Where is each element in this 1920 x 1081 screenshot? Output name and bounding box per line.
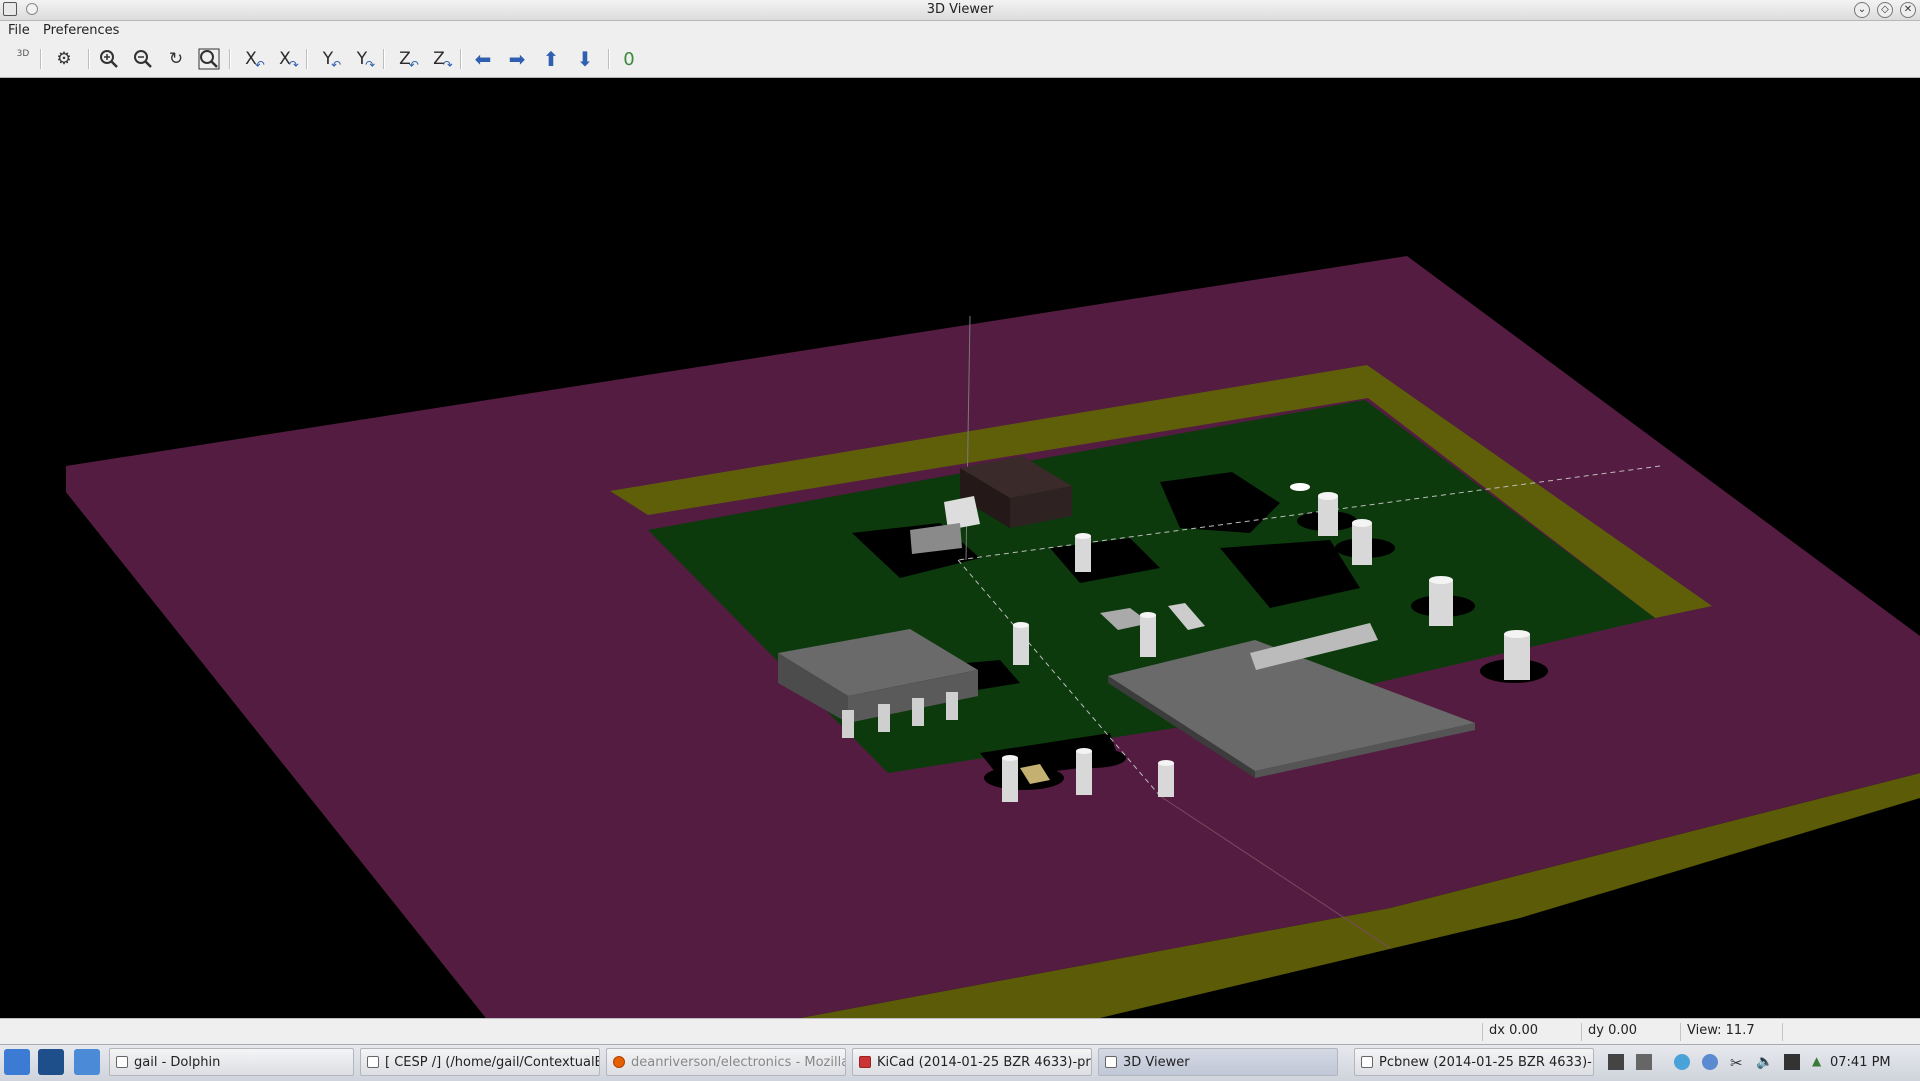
task-dolphin[interactable]: gail - Dolphin: [109, 1048, 354, 1076]
minimize-icon[interactable]: ⌄: [1854, 2, 1870, 18]
cylinder-capacitor: [1318, 492, 1338, 536]
start-menu-icon[interactable]: [4, 1049, 30, 1075]
scissors-icon[interactable]: ✂: [1730, 1054, 1746, 1072]
move-up-icon[interactable]: ⬆: [539, 47, 563, 71]
cylinder-capacitor: [1013, 622, 1029, 665]
firefox-icon: [613, 1056, 625, 1068]
rotate-x-cw-icon[interactable]: X ↷: [273, 47, 299, 72]
toolbar-separator: [40, 49, 42, 69]
pcb-3d-render: [66, 256, 1920, 1018]
regulator-pin: [912, 698, 924, 726]
editor-icon: [367, 1056, 379, 1068]
task-3d-viewer[interactable]: 3D Viewer: [1098, 1048, 1338, 1076]
move-left-icon[interactable]: ⬅: [471, 47, 495, 71]
zoom-in-icon[interactable]: [97, 47, 121, 71]
toolbar-separator: [229, 49, 231, 69]
task-label: gail - Dolphin: [134, 1055, 221, 1070]
taskbar: gail - Dolphin [ CESP /] (/home/gail/Con…: [0, 1044, 1920, 1081]
status-empty: [1782, 1023, 1909, 1041]
redraw-icon[interactable]: ↻: [164, 47, 188, 71]
cylinder-capacitor: [1076, 748, 1092, 795]
status-bar: dx 0.00 dy 0.00 View: 11.7: [0, 1018, 1920, 1045]
zoom-out-icon[interactable]: [131, 47, 155, 71]
task-label: Pcbnew (2014-01-25 BZR 4633)-prc: [1379, 1055, 1594, 1070]
dolphin-icon: [116, 1056, 128, 1068]
cylinder-capacitor: [1158, 760, 1174, 797]
update-icon[interactable]: [1674, 1054, 1690, 1070]
window-title: 3D Viewer: [926, 2, 994, 17]
task-firefox[interactable]: deanriverson/electronics - Mozilla F: [606, 1048, 846, 1076]
status-dx: dx 0.00: [1482, 1023, 1581, 1041]
via-marker: [1290, 483, 1310, 491]
task-cesp[interactable]: [ CESP /] (/home/gail/ContextualEl: [360, 1048, 600, 1076]
rotate-z-ccw-icon[interactable]: Z ↶: [393, 47, 419, 72]
move-right-icon[interactable]: ➡: [505, 47, 529, 71]
cylinder-capacitor: [1075, 533, 1091, 572]
battery-icon[interactable]: [1784, 1054, 1800, 1070]
toolbar-separator: [306, 49, 308, 69]
regulator-pin: [946, 692, 958, 720]
zoom-fit-icon[interactable]: [197, 47, 221, 71]
logo-text: 3D: [16, 49, 30, 59]
rotate-x-ccw-icon[interactable]: X ↶: [239, 47, 265, 72]
tray-expand-icon[interactable]: ▲: [1812, 1054, 1828, 1070]
maximize-icon[interactable]: ◇: [1877, 2, 1893, 18]
3d-viewport[interactable]: [0, 78, 1920, 1018]
window-titlebar: 3D Viewer ⌄ ◇ ✕: [0, 0, 1920, 21]
toolbar-separator: [383, 49, 385, 69]
task-label: deanriverson/electronics - Mozilla F: [631, 1055, 846, 1070]
task-label: KiCad (2014-01-25 BZR 4633)-prod: [877, 1055, 1092, 1070]
cylinder-capacitor: [1140, 612, 1156, 657]
regulator-pin: [842, 710, 854, 738]
status-dy: dy 0.00: [1581, 1023, 1680, 1041]
shield-icon[interactable]: [1702, 1054, 1718, 1070]
toolbar-separator: [608, 49, 610, 69]
pcbnew-icon: [1361, 1056, 1373, 1068]
cylinder-capacitor: [1352, 519, 1372, 565]
library-icon[interactable]: [1608, 1054, 1624, 1070]
toolbar-separator: [88, 49, 90, 69]
rotate-y-ccw-icon[interactable]: Y ↶: [316, 47, 341, 72]
clock[interactable]: 07:41 PM: [1830, 1055, 1891, 1070]
settings-gear-icon[interactable]: ⚙: [52, 47, 76, 71]
menu-preferences[interactable]: Preferences: [43, 23, 119, 38]
volume-icon[interactable]: 🔈: [1756, 1054, 1773, 1070]
regulator-pin: [878, 704, 890, 732]
kicad-icon: [859, 1056, 871, 1068]
toolbar-separator: [460, 49, 462, 69]
ortho-toggle-icon[interactable]: 0: [617, 47, 641, 71]
cylinder-capacitor: [1429, 576, 1453, 626]
close-icon[interactable]: ✕: [1900, 2, 1916, 18]
show-desktop-icon[interactable]: [38, 1049, 64, 1075]
status-view: View: 11.7: [1680, 1023, 1783, 1041]
task-pcbnew[interactable]: Pcbnew (2014-01-25 BZR 4633)-prc: [1354, 1048, 1594, 1076]
task-label: 3D Viewer: [1123, 1055, 1190, 1070]
rotate-z-cw-icon[interactable]: Z ↷: [427, 47, 453, 72]
menu-file[interactable]: File: [8, 23, 30, 38]
ortho-label: 0: [623, 48, 635, 70]
rotate-y-cw-icon[interactable]: Y ↷: [350, 47, 375, 72]
file-manager-icon[interactable]: [74, 1049, 100, 1075]
kicad-3d-logo-icon: 3D: [8, 47, 32, 71]
task-label: [ CESP /] (/home/gail/ContextualEl: [385, 1055, 600, 1070]
3d-viewer-icon: [1105, 1056, 1117, 1068]
task-kicad[interactable]: KiCad (2014-01-25 BZR 4633)-prod: [852, 1048, 1092, 1076]
network-icon[interactable]: [1636, 1054, 1652, 1070]
menu-bar: File Preferences: [0, 21, 1920, 41]
move-down-icon[interactable]: ⬇: [573, 47, 597, 71]
cylinder-capacitor: [1002, 755, 1018, 802]
cylinder-capacitor: [1504, 630, 1530, 680]
toolbar: 3D ⚙ ↻ X ↶ X ↷ Y ↶ Y ↷ Z ↶ Z ↷ ⬅ ➡ ⬆ ⬇ 0: [0, 41, 1920, 78]
